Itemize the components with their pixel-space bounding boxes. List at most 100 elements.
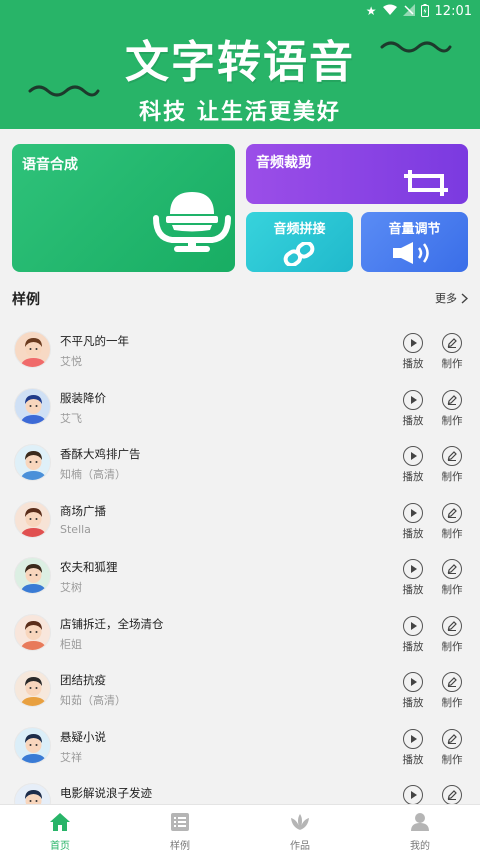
edit-icon (442, 333, 462, 353)
volume-adjust-card[interactable]: 音量调节 (361, 212, 468, 272)
more-link[interactable]: 更多 (435, 290, 468, 306)
edit-icon (442, 672, 462, 692)
sample-row[interactable]: 团结抗疫知茹（高清） 播放 制作 (0, 661, 480, 718)
hero-title: 文字转语音 (125, 37, 355, 88)
edit-icon (442, 728, 462, 749)
sample-row[interactable]: 不平凡的一年 艾悦 播放 制作 (0, 322, 480, 379)
avatar (14, 670, 51, 707)
sample-voice: 艾飞 (60, 411, 82, 425)
play-button[interactable]: 播放 (399, 559, 427, 597)
sample-row[interactable]: 悬疑小说艾祥 播放 制作 (0, 718, 480, 775)
edit-icon (442, 785, 462, 805)
person-avatar-icon (20, 451, 47, 480)
battery-icon (420, 3, 429, 19)
samples-section-title: 样例 (12, 292, 40, 308)
sample-title: 香酥大鸡排广告 (60, 447, 141, 461)
play-button[interactable]: 播放 (399, 333, 427, 371)
make-label: 制作 (441, 358, 463, 370)
app-header: ★ 12:01 文字转语音 科技 让生活更美好 (0, 0, 480, 129)
avatar (14, 557, 51, 594)
sample-row[interactable]: 店铺拆迁，全场清仓 柜姐 播放 制作 (0, 605, 480, 662)
play-button[interactable]: 播放 (399, 615, 427, 654)
avatar (14, 331, 51, 368)
edit-icon (442, 389, 462, 410)
avatar (14, 387, 51, 425)
sample-voice: 知茹（高清） (60, 694, 126, 707)
make-button[interactable]: 制作 (438, 389, 466, 428)
audio-crop-card[interactable]: 音频裁剪 (246, 144, 468, 204)
make-button[interactable]: 制作 (438, 333, 466, 371)
play-button[interactable]: 播放 (399, 389, 427, 428)
sample-title: 不平凡的一年 (60, 334, 129, 348)
avatar (14, 500, 51, 538)
nav-mine-label: 我的 (410, 841, 430, 852)
sample-title: 团结抗疫 (60, 673, 106, 687)
audio-join-label: 音频拼接 (273, 222, 326, 237)
play-button[interactable]: 播放 (399, 672, 427, 710)
tts-card-label: 语音合成 (22, 157, 78, 173)
sample-title: 悬疑小说 (60, 729, 106, 744)
star-icon: ★ (365, 4, 377, 18)
play-label: 播放 (402, 358, 424, 370)
make-label: 制作 (441, 471, 463, 483)
play-button[interactable]: 播放 (399, 728, 427, 767)
nav-mine[interactable]: 我的 (360, 805, 480, 853)
play-label: 播放 (402, 640, 424, 653)
make-label: 制作 (441, 697, 463, 709)
sample-title: 电影解说浪子发迹 (60, 786, 152, 800)
play-button[interactable]: 播放 (399, 446, 427, 484)
nav-samples-label: 样例 (170, 841, 190, 852)
play-label: 播放 (402, 753, 424, 766)
make-button[interactable]: 制作 (438, 615, 466, 654)
play-icon (403, 672, 423, 692)
person-avatar-icon (20, 338, 47, 367)
make-button[interactable]: 制作 (438, 446, 466, 484)
user-icon (411, 813, 429, 831)
edit-icon (442, 446, 462, 466)
nav-samples[interactable]: 样例 (120, 805, 240, 853)
sample-row[interactable]: 香酥大鸡排广告 知楠（高清） 播放 制作 (0, 435, 480, 492)
audio-join-card[interactable]: 音频拼接 (246, 212, 353, 272)
play-label: 播放 (402, 584, 424, 596)
sample-title: 商场广播 (60, 503, 106, 518)
nav-works[interactable]: 作品 (240, 805, 360, 853)
volume-adjust-label: 音量调节 (388, 222, 441, 237)
sample-row[interactable]: 服装降价艾飞 播放 制作 (0, 379, 480, 436)
sample-title: 农夫和狐狸 (60, 560, 118, 574)
sample-title: 服装降价 (60, 390, 106, 405)
make-button[interactable]: 制作 (438, 728, 466, 767)
avatar (14, 726, 51, 764)
works-icon (291, 814, 309, 830)
sample-voice: 柜姐 (60, 637, 82, 651)
sample-row[interactable]: 商场广播 Stella 播放 制作 (0, 492, 480, 549)
make-label: 制作 (441, 584, 463, 596)
more-label: 更多 (435, 292, 457, 305)
make-button[interactable]: 制作 (438, 559, 466, 597)
play-icon (403, 785, 423, 805)
sample-list: 不平凡的一年 艾悦 播放 制作 服装降价 艾飞 播放 制作 香酥大鸡排广告 知楠（高清） 播放 制作商… (0, 322, 480, 831)
nav-home[interactable]: 首页 (0, 805, 120, 853)
audio-crop-label: 音频裁剪 (256, 155, 312, 171)
sample-voice: 艾祥 (60, 750, 82, 764)
make-button[interactable]: 制作 (438, 672, 466, 710)
list-icon (171, 813, 189, 831)
make-label: 制作 (441, 414, 463, 427)
sample-voice: 艾悦 (60, 355, 82, 368)
make-label: 制作 (441, 640, 463, 653)
sample-title: 店铺拆迁，全场清仓 (60, 616, 164, 631)
edit-icon (442, 559, 462, 579)
play-button[interactable]: 播放 (399, 502, 427, 541)
microphone-icon (153, 192, 231, 252)
make-button[interactable]: 制作 (438, 502, 466, 541)
tts-card[interactable]: 语音合成 (12, 144, 235, 272)
play-label: 播放 (402, 527, 424, 540)
person-avatar-icon (20, 677, 47, 706)
status-time: 12:01 (434, 3, 472, 19)
sample-row[interactable]: 农夫和狐狸 艾树 播放 制作 (0, 548, 480, 605)
person-avatar-icon (20, 620, 47, 650)
speaker-icon (393, 242, 429, 264)
play-label: 播放 (402, 414, 424, 427)
play-icon (403, 333, 423, 353)
play-icon (403, 446, 423, 466)
sample-voice: 知楠（高清） (60, 468, 126, 481)
